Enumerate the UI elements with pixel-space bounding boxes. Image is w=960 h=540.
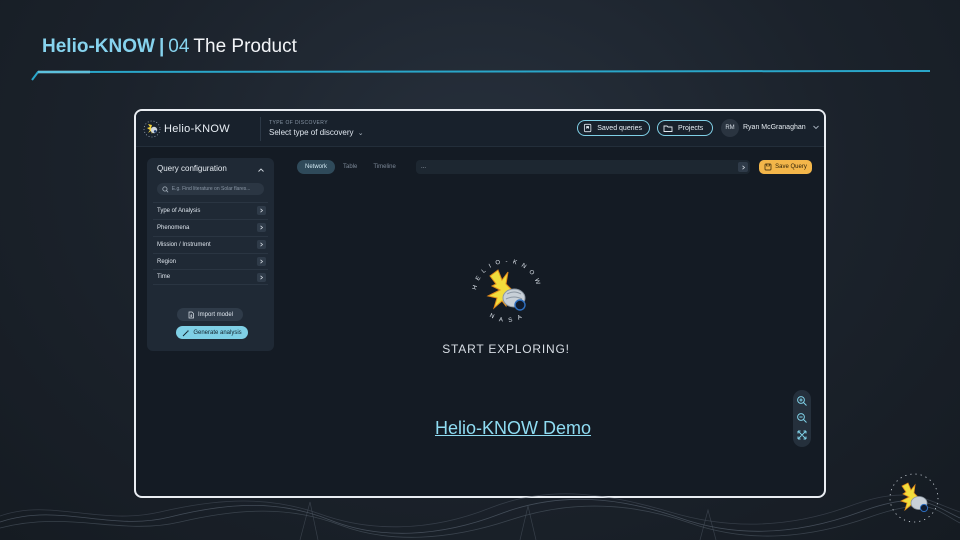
satellite-lens-icon <box>514 299 526 311</box>
bookmark-icon <box>583 123 592 133</box>
chevron-right-icon <box>257 223 266 232</box>
app-screenshot: Helio-KNOW TYPE OF DISCOVERY Select type… <box>134 109 826 498</box>
zoom-controls <box>793 390 811 447</box>
tab-network[interactable]: Network <box>297 160 336 174</box>
slide-brand: Helio-KNOW <box>42 36 155 57</box>
query-text: ... <box>421 164 427 170</box>
section-number: 04 <box>168 36 190 57</box>
magic-wand-icon <box>182 329 190 336</box>
chevron-down-icon: ⌄ <box>357 130 364 137</box>
tab-table[interactable]: Table <box>335 160 365 174</box>
sidebar-item-label: Region <box>157 258 177 265</box>
zoom-out-icon[interactable] <box>796 412 808 424</box>
sidebar-item-label: Phenomena <box>157 224 190 231</box>
generate-analysis-button[interactable]: Generate analysis <box>176 326 248 339</box>
sidebar-item-type-of-analysis[interactable]: Type of Analysis <box>153 202 268 218</box>
sidebar-item-phenomena[interactable]: Phenomena <box>153 219 268 235</box>
query-configuration-panel: Query configuration Type of Analysis Phe… <box>147 158 274 351</box>
chevron-right-icon <box>257 240 266 249</box>
fit-screen-icon[interactable] <box>796 429 808 441</box>
view-tabs: Network Table Timeline <box>297 160 404 174</box>
saved-queries-button[interactable]: Saved queries <box>577 120 650 136</box>
user-name[interactable]: Ryan McGranaghan <box>743 124 806 131</box>
chevron-right-icon <box>741 164 745 170</box>
topbar-divider <box>260 117 261 141</box>
panel-title: Query configuration <box>157 164 227 173</box>
sidebar-item-label: Time <box>157 274 171 280</box>
helio-know-emblem: HELIO-KNOW NASA <box>472 259 537 324</box>
discovery-select-value: Select type of discovery <box>269 128 354 137</box>
query-bar[interactable]: ... <box>416 160 750 174</box>
emblem-ring-text-bottom: NASA <box>488 311 522 324</box>
save-icon <box>764 163 772 171</box>
chevron-right-icon <box>257 206 266 215</box>
search-icon <box>162 185 169 192</box>
title-separator: | <box>158 36 165 57</box>
app-topbar: Helio-KNOW TYPE OF DISCOVERY Select type… <box>136 111 824 147</box>
section-title: The Product <box>193 36 297 57</box>
demo-link[interactable]: Helio-KNOW Demo <box>381 418 645 439</box>
slide-title: Helio-KNOW | 04 The Product <box>42 36 297 58</box>
search-field[interactable] <box>157 183 264 195</box>
sidebar-item-label: Mission / Instrument <box>157 241 211 248</box>
discovery-type-label: TYPE OF DISCOVERY <box>269 120 328 126</box>
sidebar-item-label: Type of Analysis <box>157 207 201 214</box>
import-model-button[interactable]: Import model <box>177 308 243 321</box>
start-exploring-text: START EXPLORING! <box>442 342 570 356</box>
chevron-down-icon[interactable] <box>812 123 820 131</box>
chevron-right-icon <box>257 273 266 282</box>
app-name: Helio-KNOW <box>164 123 230 135</box>
save-query-button[interactable]: Save Query <box>759 160 812 174</box>
title-underline <box>31 70 930 81</box>
file-import-icon <box>188 311 194 318</box>
query-submit-button[interactable] <box>738 162 748 172</box>
import-model-label: Import model <box>197 311 233 318</box>
discovery-type-select[interactable]: Select type of discovery ⌄ <box>269 128 364 137</box>
sidebar-item-time[interactable]: Time <box>153 269 268 285</box>
helio-know-logo-icon <box>143 120 161 138</box>
chevron-up-icon[interactable] <box>257 166 265 174</box>
projects-button[interactable]: Projects <box>657 120 713 136</box>
chevron-right-icon <box>257 257 266 266</box>
zoom-in-icon[interactable] <box>796 395 808 407</box>
save-query-label: Save Query <box>775 164 807 170</box>
tab-timeline[interactable]: Timeline <box>365 160 403 174</box>
folder-icon <box>663 125 673 132</box>
avatar[interactable]: RM <box>721 119 739 137</box>
svg-text:NASA: NASA <box>488 311 528 324</box>
saved-queries-label: Saved queries <box>597 124 642 132</box>
generate-analysis-label: Generate analysis <box>193 329 242 336</box>
helio-know-corner-emblem <box>889 473 939 523</box>
sidebar-item-region[interactable]: Region <box>153 253 268 269</box>
sidebar-item-mission-instrument[interactable]: Mission / Instrument <box>153 236 268 252</box>
projects-label: Projects <box>678 124 704 132</box>
decorative-waves <box>0 493 960 540</box>
search-input[interactable] <box>171 186 264 192</box>
